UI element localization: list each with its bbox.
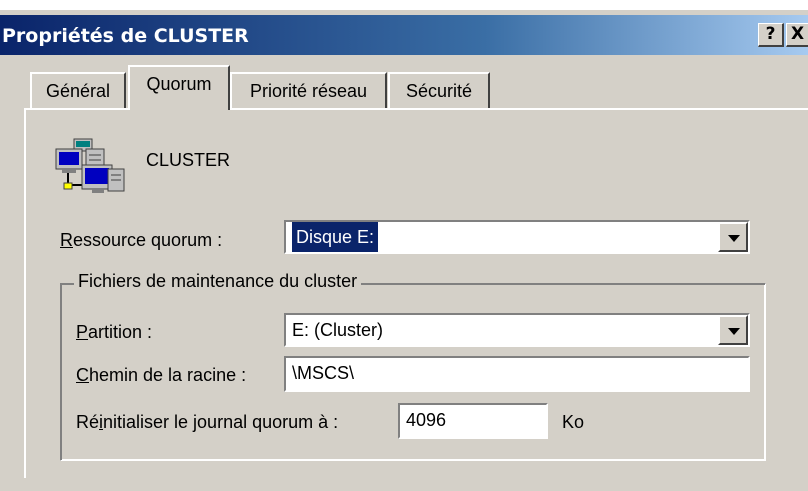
chevron-down-icon bbox=[728, 328, 740, 335]
quorum-resource-dropdown[interactable]: Disque E: bbox=[284, 220, 750, 254]
reset-log-size-input[interactable]: 4096 bbox=[398, 403, 548, 439]
root-path-label: Chemin de la racine : bbox=[76, 365, 247, 385]
reset-log-unit: Ko bbox=[562, 412, 585, 432]
tab-quorum[interactable]: Quorum bbox=[128, 65, 230, 110]
partition-dropdown[interactable]: E: (Cluster) bbox=[284, 313, 750, 347]
quorum-resource-value: Disque E: bbox=[292, 222, 379, 252]
quorum-resource-dropdown-button[interactable] bbox=[718, 222, 748, 252]
tab-security[interactable]: Sécurité bbox=[388, 72, 490, 108]
cluster-computers-icon bbox=[52, 135, 128, 197]
root-path-input[interactable]: \MSCS\ bbox=[284, 356, 750, 392]
window-title: Propriétés de CLUSTER bbox=[2, 25, 249, 47]
quorum-resource-label: Ressource quorum : bbox=[60, 230, 223, 250]
partition-dropdown-button[interactable] bbox=[718, 315, 748, 345]
tab-network-priority[interactable]: Priorité réseau bbox=[230, 72, 387, 108]
partition-label: Partition : bbox=[76, 322, 153, 342]
title-bar[interactable]: Propriétés de CLUSTER ? X bbox=[0, 15, 808, 55]
help-button[interactable]: ? bbox=[758, 23, 784, 47]
close-button[interactable]: X bbox=[786, 23, 808, 47]
maintenance-files-group-label: Fichiers de maintenance du cluster bbox=[74, 271, 362, 292]
tab-general[interactable]: Général bbox=[30, 72, 126, 108]
chevron-down-icon bbox=[728, 235, 740, 242]
cluster-name: CLUSTER bbox=[146, 150, 231, 170]
partition-value: E: (Cluster) bbox=[292, 320, 384, 340]
reset-log-label: Réinitialiser le journal quorum à : bbox=[76, 412, 339, 432]
